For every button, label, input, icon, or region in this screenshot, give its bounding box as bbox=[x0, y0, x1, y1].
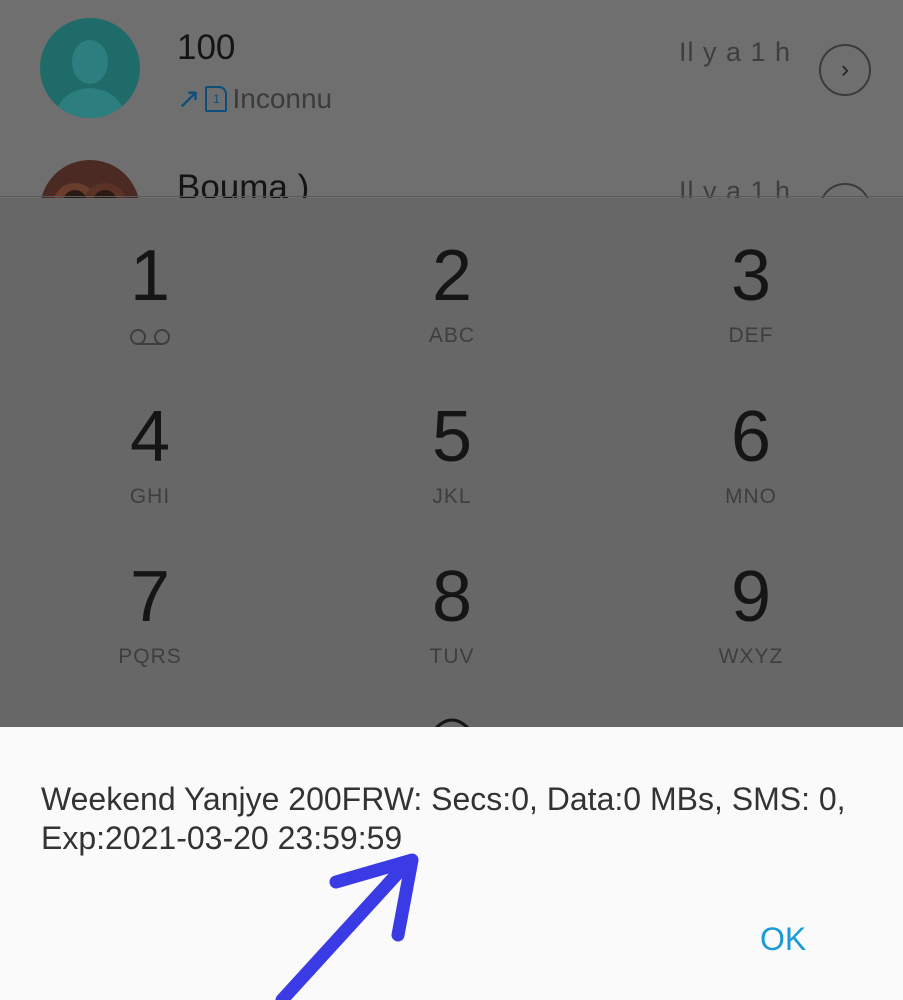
key-letters: WXYZ bbox=[718, 645, 784, 668]
key-digit: 1 bbox=[129, 236, 171, 316]
contact-name: 100 bbox=[177, 28, 236, 67]
key-letters: TUV bbox=[429, 645, 475, 668]
key-digit: 4 bbox=[129, 397, 171, 477]
ok-button[interactable]: OK bbox=[744, 921, 822, 958]
message-dialog: Weekend Yanjye 200FRW: Secs:0, Data:0 MB… bbox=[0, 727, 903, 1000]
key-digit: 7 bbox=[129, 557, 171, 637]
key-letters: PQRS bbox=[118, 645, 182, 668]
key-letters: ABC bbox=[428, 324, 476, 347]
call-log-list: 100 ↗ 1 Inconnu Il y a 1 h › Bouma ) Il … bbox=[0, 0, 903, 200]
number-label: Inconnu bbox=[232, 82, 333, 114]
call-log-entry[interactable]: 100 ↗ 1 Inconnu Il y a 1 h › bbox=[0, 0, 903, 130]
dial-key-7[interactable]: 7 PQRS bbox=[50, 561, 250, 669]
chevron-right-icon: › bbox=[841, 56, 849, 83]
dial-key-5[interactable]: 5 JKL bbox=[352, 401, 552, 509]
dial-key-9[interactable]: 9 WXYZ bbox=[651, 561, 851, 669]
dial-key-1[interactable]: 1 bbox=[50, 240, 250, 346]
avatar bbox=[40, 18, 140, 118]
key-digit: 5 bbox=[431, 397, 473, 477]
key-digit: 6 bbox=[730, 397, 772, 477]
call-log-entry[interactable]: Bouma ) Il y a 1 h › bbox=[0, 150, 903, 200]
key-digit: 9 bbox=[730, 557, 772, 637]
sim-card-icon: 1 bbox=[205, 85, 228, 112]
key-letters: JKL bbox=[432, 485, 472, 508]
dial-key-8[interactable]: 8 TUV bbox=[352, 561, 552, 669]
key-letters: MNO bbox=[725, 485, 777, 508]
avatar bbox=[40, 160, 140, 200]
call-time: Il y a 1 h bbox=[679, 37, 792, 67]
dialog-message: Weekend Yanjye 200FRW: Secs:0, Data:0 MB… bbox=[41, 781, 846, 856]
key-letters: GHI bbox=[129, 485, 171, 508]
dialpad: 1 2 ABC 3 DEF 4 GHI 5 JKL 6 MNO 7 PQRS 8… bbox=[0, 198, 903, 728]
key-digit: 2 bbox=[431, 236, 473, 316]
contact-photo bbox=[53, 183, 127, 200]
key-digit: 8 bbox=[431, 557, 473, 637]
outgoing-arrow-icon: ↗ bbox=[177, 83, 201, 114]
call-meta: ↗ 1 Inconnu bbox=[177, 82, 332, 115]
voicemail-icon bbox=[130, 329, 170, 345]
divider bbox=[0, 196, 903, 197]
dial-key-3[interactable]: 3 DEF bbox=[651, 240, 851, 348]
key-digit: 3 bbox=[730, 236, 772, 316]
person-silhouette-icon bbox=[54, 40, 126, 118]
dial-key-6[interactable]: 6 MNO bbox=[651, 401, 851, 509]
dial-key-2[interactable]: 2 ABC bbox=[352, 240, 552, 348]
call-details-button[interactable]: › bbox=[819, 44, 871, 96]
key-letters: DEF bbox=[728, 324, 774, 347]
dial-key-4[interactable]: 4 GHI bbox=[50, 401, 250, 509]
